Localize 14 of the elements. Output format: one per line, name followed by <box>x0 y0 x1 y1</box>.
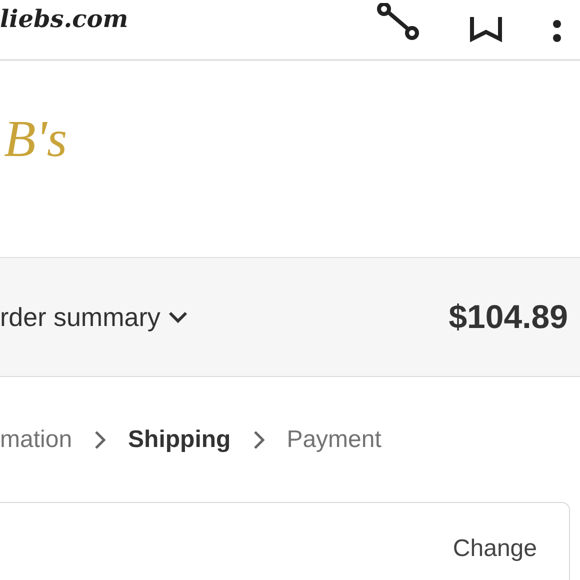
order-summary-toggle[interactable]: rder summary <box>0 302 188 332</box>
breadcrumb[interactable]: Shipping <box>128 426 231 454</box>
bookmark-icon[interactable] <box>470 17 502 43</box>
share-icon[interactable] <box>376 3 420 43</box>
breadcrumb[interactable]: mation <box>0 426 72 454</box>
site-name: liebs.com <box>0 7 128 31</box>
order-total: $104.89 <box>448 298 568 336</box>
logo: B's <box>4 110 68 168</box>
change-link[interactable]: Change <box>452 535 537 563</box>
breadcrumb[interactable]: Payment <box>286 426 382 454</box>
chevron-right-icon <box>252 430 265 450</box>
chevron-right-icon <box>94 430 106 450</box>
chevron-icon <box>168 311 188 323</box>
more-icon[interactable] <box>552 19 562 43</box>
